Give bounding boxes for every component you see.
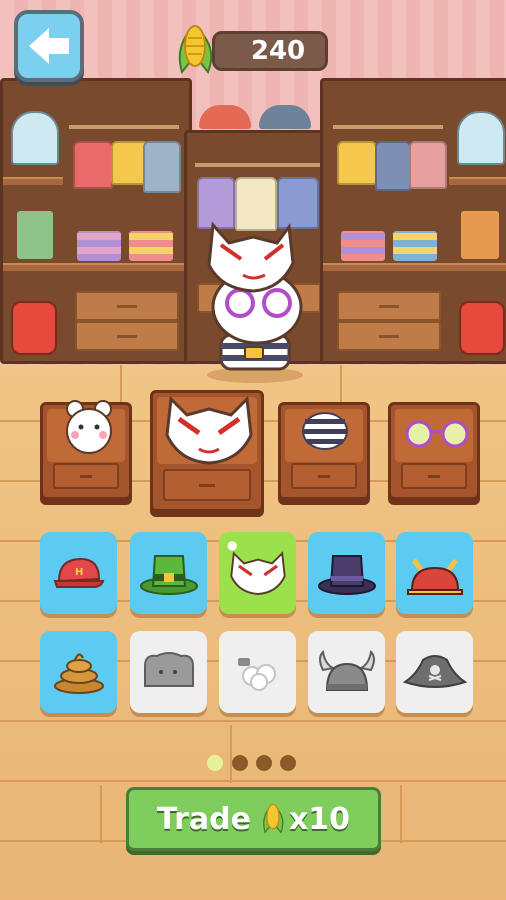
page-dot-4[interactable] bbox=[280, 755, 296, 771]
fox-mask-icon bbox=[229, 551, 286, 595]
hamster-icon bbox=[66, 400, 112, 454]
purple-top-hat-icon bbox=[317, 555, 376, 595]
left-wardrobe bbox=[0, 78, 192, 364]
item-poop-hat[interactable] bbox=[40, 631, 117, 713]
item-flower-hat-locked[interactable] bbox=[219, 631, 296, 713]
green-top-hat-icon bbox=[139, 555, 198, 595]
display-slot-glasses[interactable] bbox=[388, 402, 480, 500]
flower-hat-icon bbox=[237, 658, 276, 691]
item-green-top-hat[interactable] bbox=[130, 532, 207, 614]
striped-shirt-icon bbox=[302, 412, 348, 450]
pirate-hat-icon bbox=[402, 655, 467, 688]
item-toast-hat-locked[interactable] bbox=[130, 631, 207, 713]
item-purple-top-hat[interactable] bbox=[308, 532, 385, 614]
item-samurai-helmet[interactable] bbox=[396, 532, 473, 614]
currency-amount: 240 bbox=[250, 36, 306, 66]
item-red-cap[interactable]: H bbox=[40, 532, 117, 614]
item-fox-mask-equipped[interactable]: ● bbox=[219, 532, 296, 614]
character-preview bbox=[185, 215, 325, 385]
currency-counter: 240 bbox=[212, 31, 328, 71]
display-slot-fox-mask[interactable] bbox=[150, 390, 264, 512]
display-slot-striped-shirt[interactable] bbox=[278, 402, 370, 500]
viking-helmet-icon bbox=[318, 650, 375, 691]
right-wardrobe bbox=[320, 78, 506, 364]
trade-label: Trade bbox=[156, 801, 251, 837]
red-cap-icon: H bbox=[53, 557, 104, 588]
back-button[interactable] bbox=[14, 10, 84, 82]
svg-text:H: H bbox=[75, 567, 83, 578]
trade-button[interactable]: Trade x10 bbox=[126, 787, 381, 851]
samurai-helmet-icon bbox=[406, 558, 463, 595]
round-glasses-icon bbox=[405, 420, 469, 448]
item-pirate-hat-locked[interactable] bbox=[396, 631, 473, 713]
page-dot-2[interactable] bbox=[232, 755, 248, 771]
page-dot-3[interactable] bbox=[256, 755, 272, 771]
arrow-left-icon bbox=[29, 28, 69, 64]
shirt-badge-icon: ● bbox=[227, 538, 238, 552]
trade-multiplier: x10 bbox=[288, 801, 351, 837]
poop-hat-icon bbox=[53, 653, 104, 694]
page-dot-1[interactable] bbox=[207, 755, 223, 771]
corn-icon bbox=[263, 803, 284, 834]
item-viking-helmet-locked[interactable] bbox=[308, 631, 385, 713]
display-slot-hamster[interactable] bbox=[40, 400, 132, 500]
toast-hat-icon bbox=[143, 652, 194, 687]
fox-mask-icon bbox=[165, 395, 253, 465]
